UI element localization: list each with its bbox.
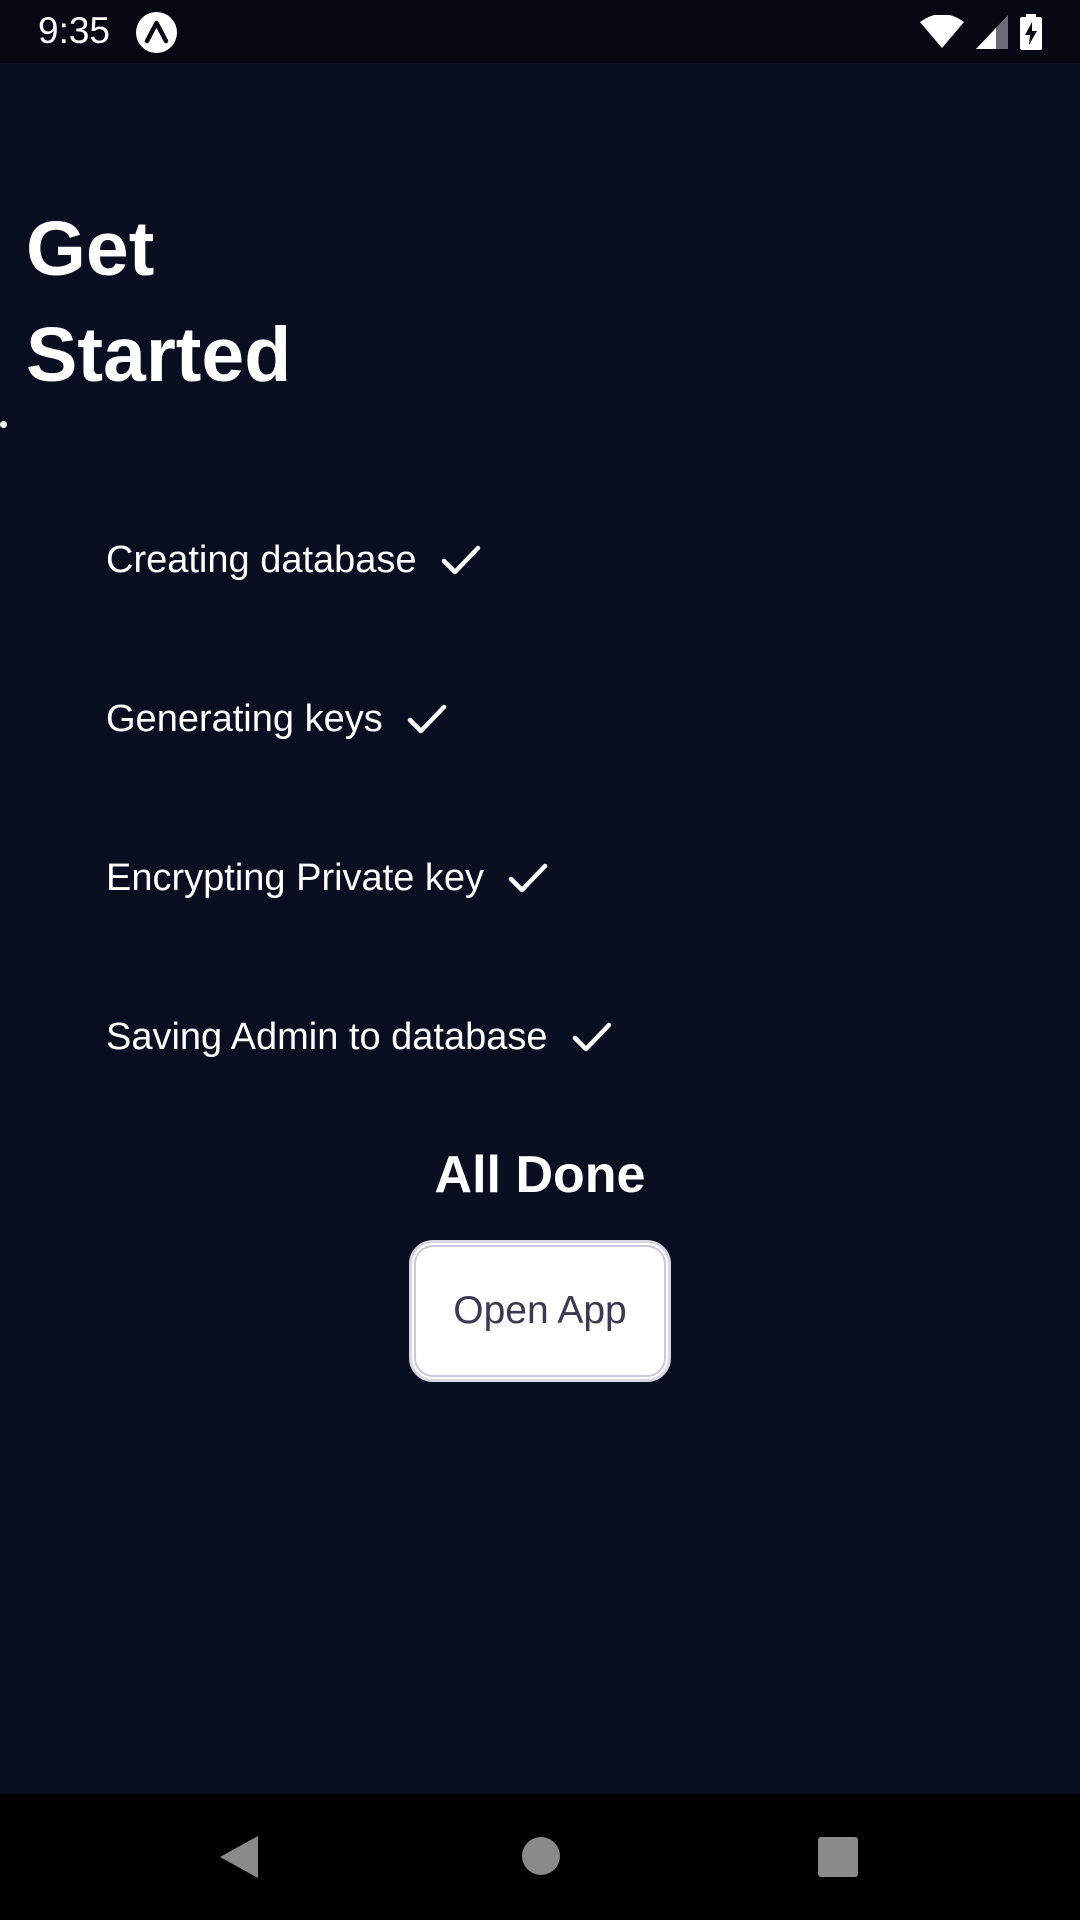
battery-charging-icon — [1020, 14, 1042, 50]
checkmark-icon — [407, 703, 447, 735]
edge-indicator-dot — [0, 421, 7, 428]
step-label: Encrypting Private key — [106, 856, 485, 899]
step-label: Saving Admin to database — [106, 1015, 548, 1058]
app-logo-icon — [136, 12, 177, 53]
back-icon[interactable] — [218, 1834, 260, 1880]
checkmark-icon — [572, 1021, 612, 1053]
cellular-signal-icon — [976, 15, 1008, 49]
open-app-button[interactable]: Open App — [409, 1240, 671, 1382]
home-icon[interactable] — [521, 1836, 561, 1876]
checkmark-icon — [508, 862, 548, 894]
step-item: Creating database — [106, 520, 481, 600]
navigation-bar — [0, 1794, 1080, 1920]
checkmark-icon — [441, 544, 481, 576]
step-item: Encrypting Private key — [106, 838, 548, 918]
step-item: Saving Admin to database — [106, 997, 612, 1077]
step-item: Generating keys — [106, 679, 447, 759]
recents-icon[interactable] — [818, 1837, 858, 1877]
page-title: Get Started — [26, 206, 292, 398]
open-app-button-label: Open App — [453, 1289, 627, 1332]
status-bar: 9:35 — [0, 0, 1080, 63]
system-icons — [920, 14, 1042, 50]
step-label: Generating keys — [106, 697, 383, 740]
status-time: 9:35 — [38, 10, 111, 51]
completion-title: All Done — [434, 1146, 646, 1204]
step-label: Creating database — [106, 538, 417, 581]
wifi-icon — [920, 15, 964, 48]
